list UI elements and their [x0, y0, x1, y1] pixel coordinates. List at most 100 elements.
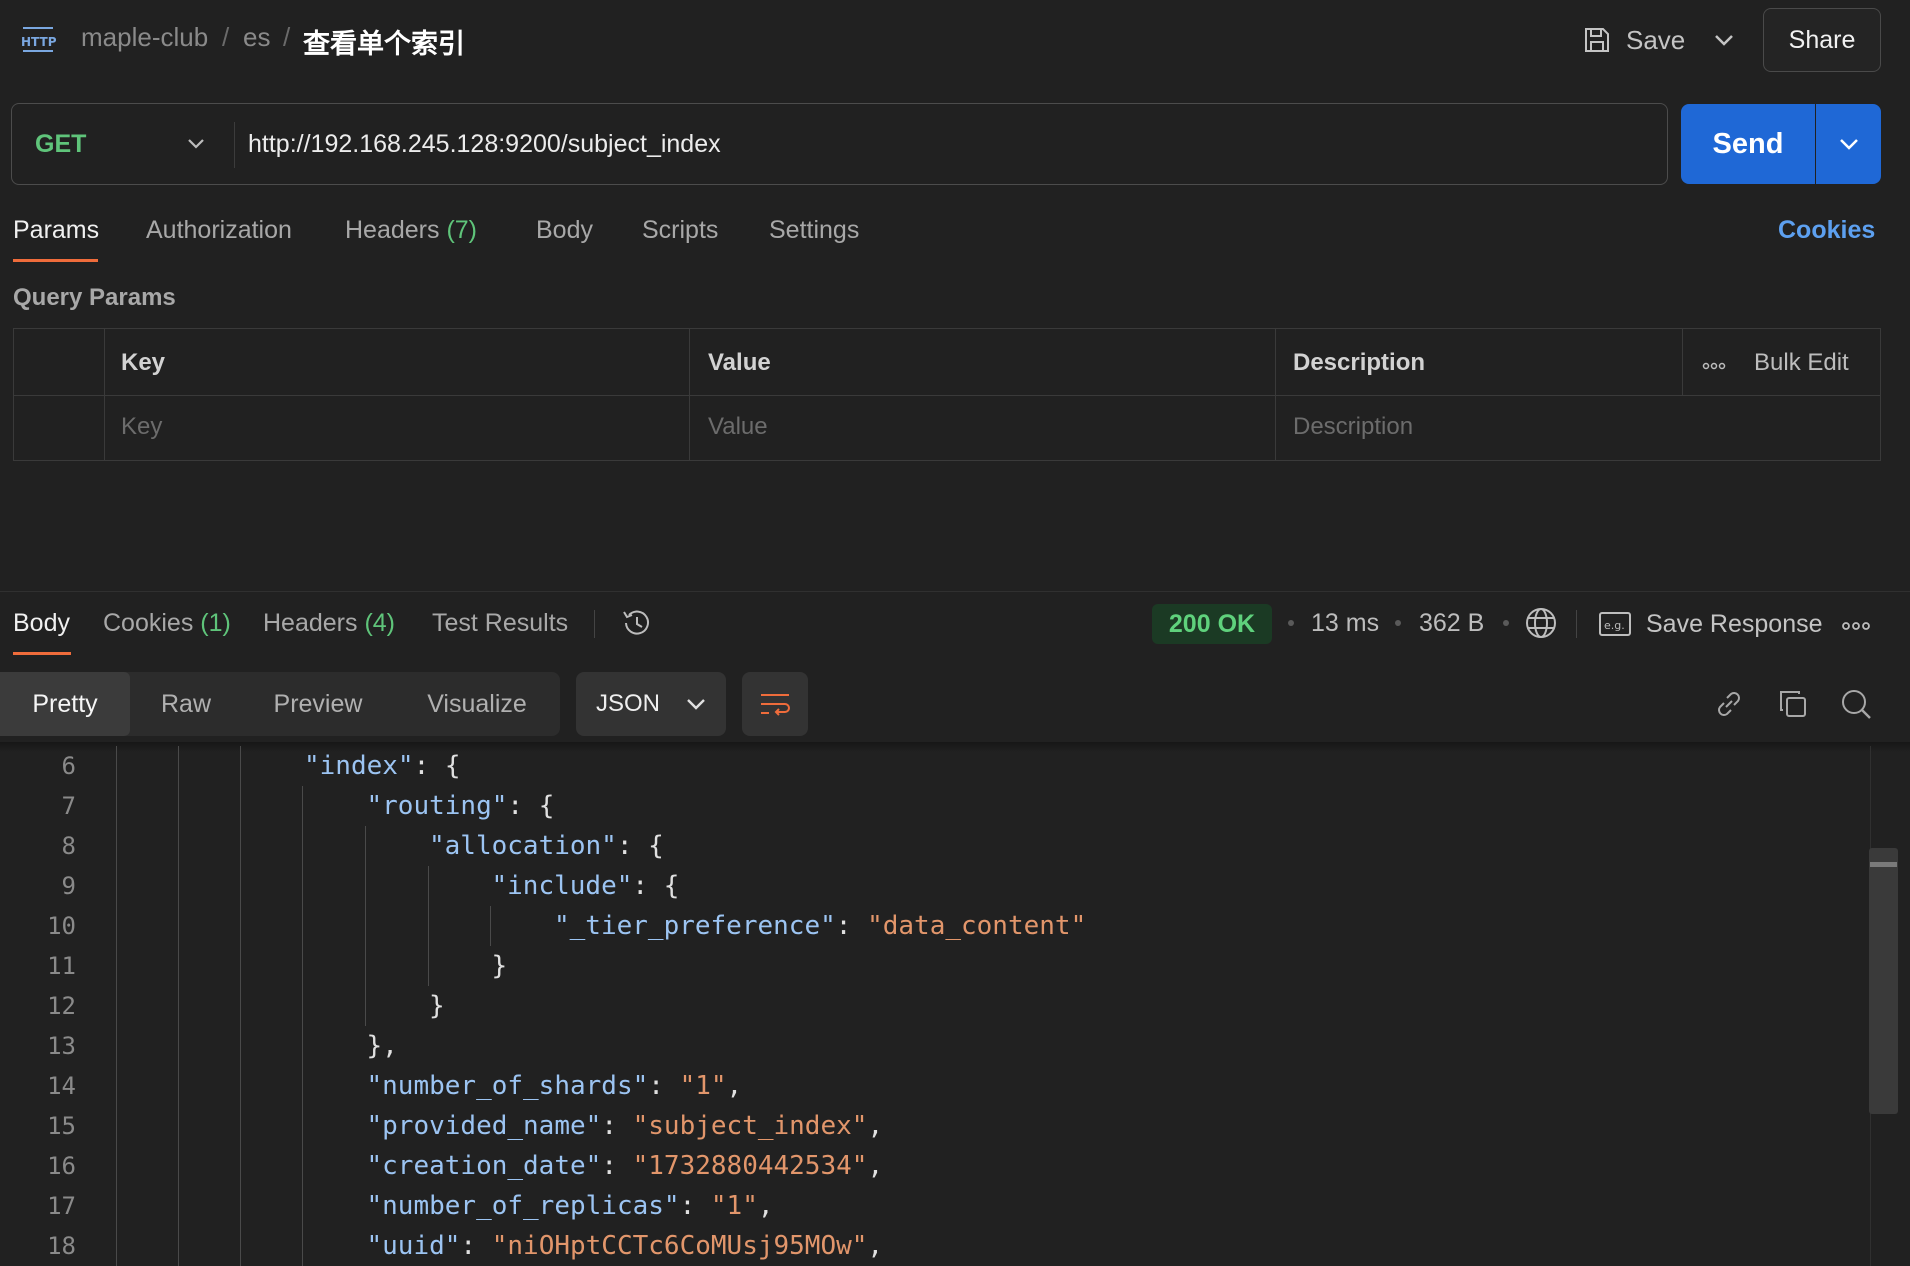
json-key: "index": [304, 751, 414, 781]
line-number: 9: [61, 872, 76, 900]
json-punctuation: : {: [632, 871, 680, 901]
code-line: }: [429, 986, 445, 1026]
save-options-chevron-down-icon[interactable]: [1706, 22, 1742, 58]
json-key: "number_of_replicas": [366, 1191, 680, 1221]
tab-label: Params: [13, 216, 100, 244]
chevron-down-icon[interactable]: [182, 130, 210, 158]
param-value-input[interactable]: [708, 405, 1268, 449]
json-string: "1732880442534": [632, 1151, 868, 1181]
json-punctuation: :: [679, 1191, 711, 1221]
tab-label: Settings: [769, 216, 860, 244]
code-line: "provided_name": "subject_index",: [367, 1106, 884, 1146]
json-punctuation: ,: [726, 1071, 743, 1101]
save-response-button[interactable]: e.g. Save Response: [1598, 604, 1823, 644]
share-button[interactable]: Share: [1763, 8, 1881, 72]
tab-count: (4): [364, 609, 396, 637]
status-badge[interactable]: 200 OK: [1152, 604, 1272, 644]
line-number: 7: [61, 792, 76, 820]
json-punctuation: ,: [757, 1191, 774, 1221]
separator-dot: [1395, 620, 1401, 626]
indent-guide: [178, 746, 179, 1266]
indent-guide: [365, 826, 366, 1026]
json-punctuation: :: [648, 1071, 680, 1101]
json-punctuation: ,: [867, 1111, 884, 1141]
copy-icon[interactable]: [1775, 686, 1811, 722]
json-punctuation: }: [429, 991, 445, 1021]
response-size[interactable]: 362 B: [1419, 609, 1484, 638]
more-options-icon[interactable]: [1842, 618, 1870, 636]
breadcrumb-collection[interactable]: maple-club: [81, 22, 208, 53]
query-params-title: Query Params: [13, 284, 176, 311]
column-header-key: Key: [121, 349, 166, 376]
format-label: JSON: [596, 690, 661, 717]
tab-params[interactable]: Params: [13, 216, 99, 245]
url-input[interactable]: [248, 118, 1648, 170]
json-punctuation: :: [601, 1151, 633, 1181]
view-preview[interactable]: Preview: [242, 672, 394, 736]
history-icon[interactable]: [619, 606, 653, 645]
view-pretty[interactable]: Pretty: [0, 672, 130, 736]
tab-scripts[interactable]: Scripts: [642, 216, 718, 245]
breadcrumb-folder[interactable]: es: [243, 22, 270, 53]
json-key: "number_of_shards": [366, 1071, 649, 1101]
tab-settings[interactable]: Settings: [769, 216, 859, 245]
svg-text:HTTP: HTTP: [21, 35, 56, 49]
json-string: "1": [710, 1191, 758, 1221]
response-tab-body[interactable]: Body: [13, 609, 70, 638]
json-punctuation: ,: [867, 1231, 884, 1261]
scrollbar-thumb[interactable]: [1870, 862, 1897, 867]
json-punctuation: : {: [507, 791, 555, 821]
tab-authorization[interactable]: Authorization: [146, 216, 292, 245]
tab-body[interactable]: Body: [536, 216, 593, 245]
divider: [0, 591, 1910, 592]
chevron-down-icon: [687, 699, 705, 710]
json-key: "provided_name": [366, 1111, 602, 1141]
response-tab-headers[interactable]: Headers (4): [263, 609, 395, 638]
line-number: 12: [47, 992, 76, 1020]
divider: [234, 122, 235, 168]
divider: [594, 610, 595, 638]
indent-guide: [116, 746, 117, 1266]
line-number: 11: [47, 952, 76, 980]
request-title[interactable]: 查看单个索引: [303, 22, 465, 61]
format-select[interactable]: JSON: [576, 672, 726, 736]
tab-label: Scripts: [642, 216, 719, 244]
globe-icon[interactable]: [1524, 606, 1558, 645]
scrollbar[interactable]: [1869, 848, 1898, 1114]
code-line: "allocation": {: [429, 826, 664, 866]
url-bar: GET: [11, 103, 1668, 185]
wrap-lines-button[interactable]: [742, 672, 808, 736]
response-tab-test-results[interactable]: Test Results: [432, 609, 568, 638]
code-line: "_tier_preference": "data_content": [554, 906, 1086, 946]
toolbar-shadow: [0, 742, 1910, 752]
view-raw[interactable]: Raw: [130, 672, 242, 736]
json-punctuation: :: [835, 911, 868, 941]
cookies-link[interactable]: Cookies: [1778, 216, 1875, 245]
tab-headers[interactable]: Headers (7): [345, 216, 477, 245]
indent-guide: [302, 786, 303, 1266]
param-key-input[interactable]: [121, 405, 681, 449]
view-visualize[interactable]: Visualize: [394, 672, 560, 736]
separator-dot: [1288, 620, 1294, 626]
line-number-gutter: 6 7 8 9 10 11 12 13 14 15 16 17 18: [0, 746, 96, 1266]
send-options-chevron-down-icon[interactable]: [1816, 104, 1881, 184]
link-icon[interactable]: [1711, 686, 1747, 722]
divider: [1576, 610, 1577, 638]
tab-count: (7): [446, 216, 478, 244]
bulk-edit-button[interactable]: Bulk Edit: [1754, 349, 1849, 377]
tab-count: (1): [200, 609, 231, 637]
breadcrumb-separator: /: [283, 22, 291, 52]
line-number: 8: [61, 832, 76, 860]
json-string: "niOHptCCTc6CoMUsj95MOw": [491, 1231, 868, 1261]
json-punctuation: :: [460, 1231, 492, 1261]
more-options-icon[interactable]: [1702, 357, 1726, 375]
breadcrumb-separator: /: [222, 22, 230, 52]
response-tab-cookies[interactable]: Cookies (1): [103, 609, 231, 638]
response-time[interactable]: 13 ms: [1311, 609, 1379, 638]
save-button[interactable]: Save: [1582, 18, 1685, 62]
http-icon: HTTP: [20, 24, 57, 54]
search-icon[interactable]: [1838, 686, 1874, 722]
send-button[interactable]: Send: [1681, 104, 1815, 184]
param-description-input[interactable]: [1293, 405, 1863, 449]
save-label: Save: [1626, 24, 1686, 55]
